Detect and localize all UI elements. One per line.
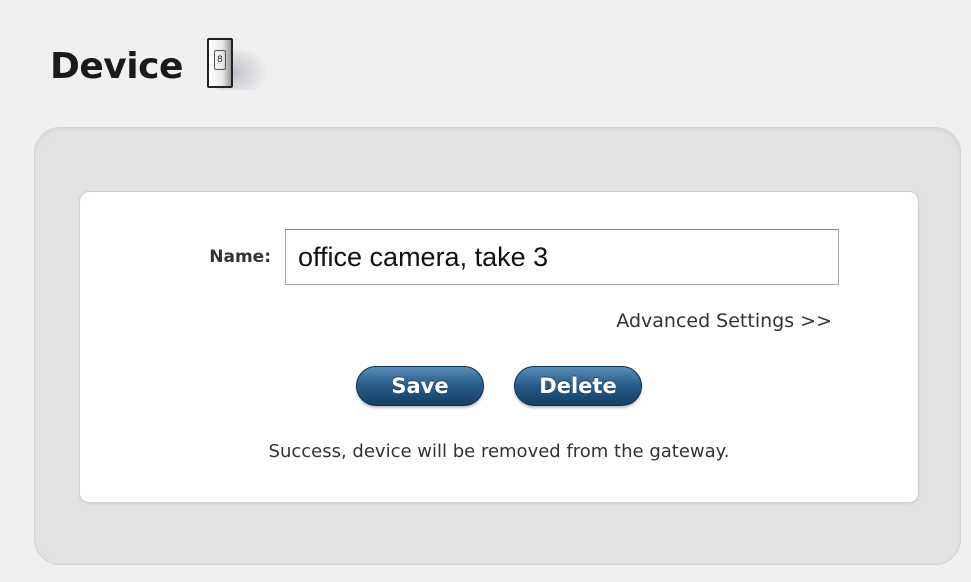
device-icon-plate: 8 [206,38,233,88]
status-message: Success, device will be removed from the… [268,441,730,462]
action-buttons: Save Delete [356,366,642,406]
name-input[interactable] [285,229,839,285]
name-label: Name: [209,247,271,267]
page-header: Device 8 [50,36,269,96]
device-icon-glyph: 8 [213,50,226,70]
device-icon: 8 [206,38,269,94]
name-row: Name: [165,229,839,285]
save-button[interactable]: Save [356,366,484,406]
advanced-settings-link[interactable]: Advanced Settings >> [616,310,832,332]
device-form-card: Name: Advanced Settings >> Save Delete S… [79,191,919,503]
device-page: Device 8 Name: Advanced Settings >> Save… [0,0,971,582]
delete-button[interactable]: Delete [514,366,642,406]
device-settings-panel: Name: Advanced Settings >> Save Delete S… [34,127,961,565]
page-title: Device [50,45,183,87]
